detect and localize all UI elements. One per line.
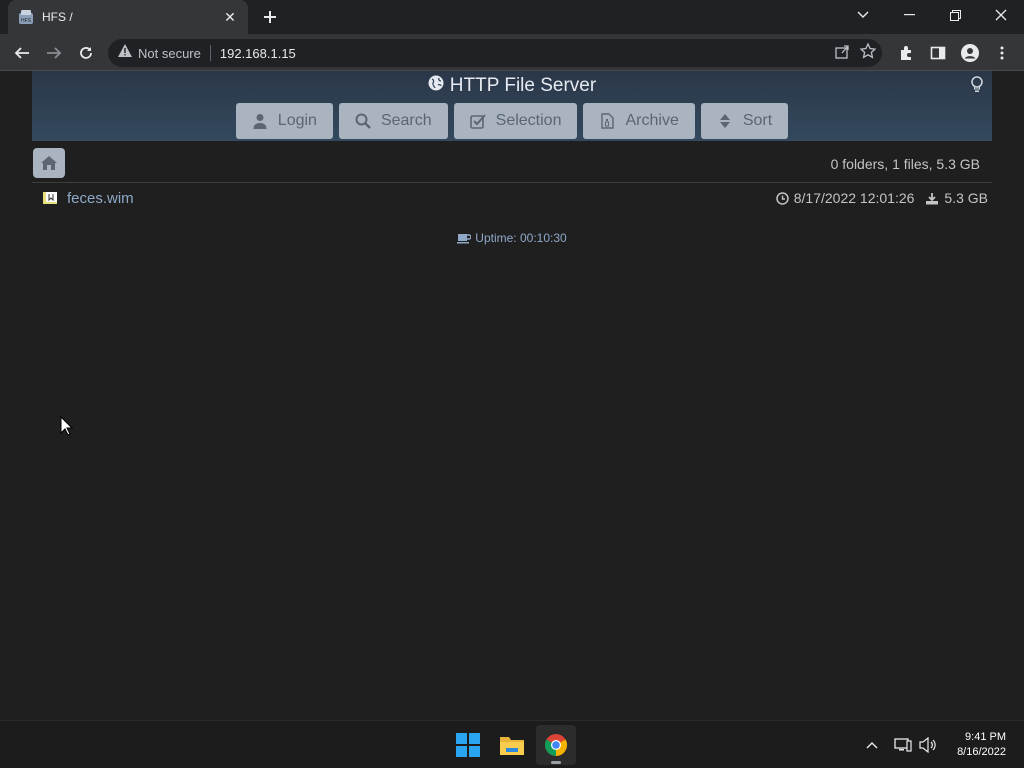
file-meta: 8/17/2022 12:01:26 5.3 GB [775,190,988,206]
search-button[interactable]: Search [338,103,448,139]
search-button-label: Search [380,112,432,129]
hfs-favicon-icon: HFS [18,9,34,25]
login-button-label: Login [277,112,317,129]
file-name-link[interactable]: feces.wim [67,190,776,207]
active-app-indicator [551,761,561,764]
archive-button[interactable]: Archive [583,103,695,139]
security-label[interactable]: Not secure [138,46,201,61]
uptime-status: Uptime: 00:10:30 [0,231,1024,245]
search-icon [355,113,371,129]
forward-icon[interactable] [40,39,68,67]
divider [209,45,211,61]
sort-icon [719,114,730,128]
restore-icon[interactable] [932,0,978,30]
mouse-cursor-icon [60,415,74,441]
window-close-icon[interactable] [978,0,1024,30]
home-button[interactable] [33,148,65,178]
extensions-icon[interactable] [892,39,920,67]
url-text[interactable]: 192.168.1.15 [220,46,296,61]
system-clock[interactable]: 9:41 PM 8/16/2022 [957,730,1006,760]
page-title: HTTP File Server [32,75,992,97]
clock-date: 8/16/2022 [957,746,1006,758]
svg-text:HFS: HFS [21,18,32,24]
profile-icon[interactable] [956,39,984,67]
address-bar[interactable]: Not secure 192.168.1.15 [108,39,882,67]
chrome-icon[interactable] [536,725,576,765]
browser-toolbar: Not secure 192.168.1.15 [0,34,1024,71]
warning-icon[interactable] [118,44,132,62]
page-title-text: HTTP File Server [449,75,597,96]
archive-button-label: Archive [625,112,679,129]
divider [32,182,992,183]
show-hidden-icons-chevron-icon[interactable] [866,721,878,768]
tab-title: HFS / [42,10,73,24]
globe-icon [428,75,444,97]
network-icon[interactable] [894,721,912,768]
bookmark-star-icon[interactable] [859,41,877,64]
file-modified: 8/17/2022 12:01:26 [793,190,915,206]
selection-button-label: Selection [495,112,562,129]
back-icon[interactable] [8,39,36,67]
user-icon [253,114,267,129]
clock-icon [775,191,789,205]
taskbar: 9:41 PM 8/16/2022 [0,720,1024,768]
hfs-header: HTTP File Server Login Search Selection … [32,71,992,141]
menu-icon[interactable] [988,39,1016,67]
tab-close-icon[interactable]: ✕ [222,9,238,25]
checkbox-icon [469,114,486,129]
lightbulb-icon[interactable] [970,76,984,94]
file-size: 5.3 GB [944,190,988,206]
clock-time: 9:41 PM [965,731,1006,743]
sort-button[interactable]: Sort [700,103,789,139]
coffee-cup-icon [457,233,472,243]
archive-file-icon [601,113,615,129]
browser-tab[interactable]: HFS HFS / ✕ [8,0,248,34]
reload-icon[interactable] [72,39,100,67]
volume-icon[interactable] [919,721,937,768]
uptime-text: Uptime: 00:10:30 [475,231,567,245]
start-windows-icon[interactable] [448,725,488,765]
new-tab-icon[interactable] [258,6,282,28]
home-icon [41,156,57,170]
selection-button[interactable]: Selection [453,103,578,139]
tab-strip: HFS HFS / ✕ [0,0,1024,34]
file-explorer-icon[interactable] [492,725,532,765]
file-icon [42,191,58,205]
login-button[interactable]: Login [235,103,333,139]
sort-button-label: Sort [742,112,773,129]
side-panel-icon[interactable] [924,39,952,67]
share-icon[interactable] [834,43,850,64]
minimize-icon[interactable] [886,0,932,30]
header-button-row: Login Search Selection Archive Sort [32,103,992,139]
page-content: HTTP File Server Login Search Selection … [0,71,1024,720]
file-row[interactable]: feces.wim 8/17/2022 12:01:26 5.3 GB [42,187,988,209]
tab-search-chevron-icon[interactable] [840,0,886,30]
download-icon [926,192,939,204]
folder-summary: 0 folders, 1 files, 5.3 GB [830,156,980,172]
